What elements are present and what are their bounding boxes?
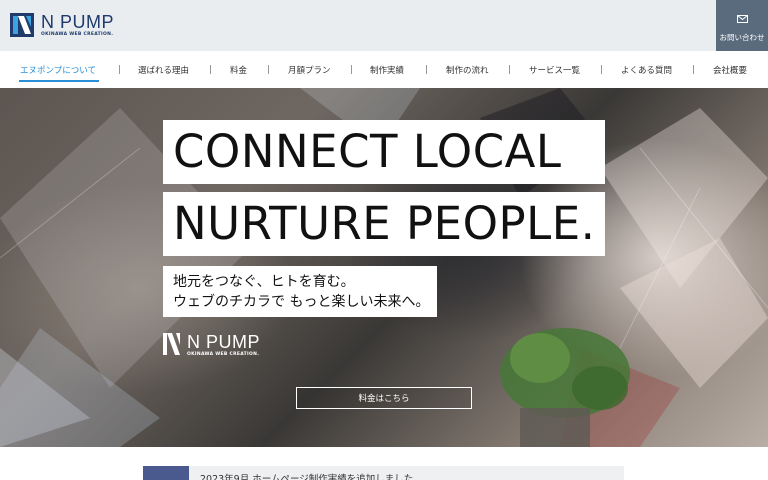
nav-divider	[426, 65, 427, 74]
nav-item-about[interactable]: エヌポンプについて	[20, 64, 96, 76]
nav-divider	[509, 65, 510, 74]
hero-subcopy: 地元をつなぐ、ヒトを育む。 ウェブのチカラで もっと楽しい未来へ。	[163, 266, 437, 317]
hero-section: CONNECT LOCAL NURTURE PEOPLE. 地元をつなぐ、ヒトを…	[0, 88, 768, 447]
nav-divider	[268, 65, 269, 74]
nav-active-indicator	[19, 80, 99, 82]
hero-headline-line-2: NURTURE PEOPLE.	[163, 192, 605, 256]
hero-logo: N PUMP OKINAWA WEB CREATION.	[163, 333, 260, 359]
mail-icon	[736, 8, 748, 27]
news-text[interactable]: 2023年9月 ホームページ制作実績を追加しました	[200, 471, 413, 480]
news-tag	[143, 466, 189, 480]
news-bar[interactable]: 2023年9月 ホームページ制作実績を追加しました	[143, 466, 624, 480]
site-header: N PUMP OKINAWA WEB CREATION. お問い合わせ	[0, 0, 768, 51]
hero-headline-line-1: CONNECT LOCAL	[163, 120, 605, 184]
n-logo-icon	[163, 333, 181, 359]
nav-item-monthly-plan[interactable]: 月額プラン	[288, 64, 331, 76]
nav-divider	[351, 65, 352, 74]
nav-divider	[119, 65, 120, 74]
contact-label: お問い合わせ	[719, 33, 765, 42]
nav-item-faq[interactable]: よくある質問	[621, 64, 672, 76]
nav-item-works[interactable]: 制作実績	[370, 64, 404, 76]
nav-item-reasons[interactable]: 選ばれる理由	[138, 64, 189, 76]
pricing-button[interactable]: 料金はこちら	[296, 387, 472, 409]
logo-tagline: OKINAWA WEB CREATION.	[41, 32, 114, 37]
nav-item-company[interactable]: 会社概要	[713, 64, 747, 76]
contact-button[interactable]: お問い合わせ	[716, 0, 768, 51]
hero-logo-tagline: OKINAWA WEB CREATION.	[187, 352, 260, 357]
nav-item-services[interactable]: サービス一覧	[529, 64, 580, 76]
hero-logo-name: N PUMP	[187, 332, 261, 352]
site-logo[interactable]: N PUMP OKINAWA WEB CREATION.	[10, 13, 114, 37]
n-logo-icon	[10, 13, 34, 37]
nav-item-pricing[interactable]: 料金	[230, 64, 247, 76]
nav-divider	[601, 65, 602, 74]
nav-item-flow[interactable]: 制作の流れ	[446, 64, 489, 76]
nav-divider	[210, 65, 211, 74]
nav-divider	[693, 65, 694, 74]
hero-subcopy-line-1: 地元をつなぐ、ヒトを育む。	[173, 274, 355, 290]
hero-subcopy-line-2: ウェブのチカラで もっと楽しい未来へ。	[173, 294, 430, 310]
logo-name: N PUMP	[41, 12, 115, 32]
